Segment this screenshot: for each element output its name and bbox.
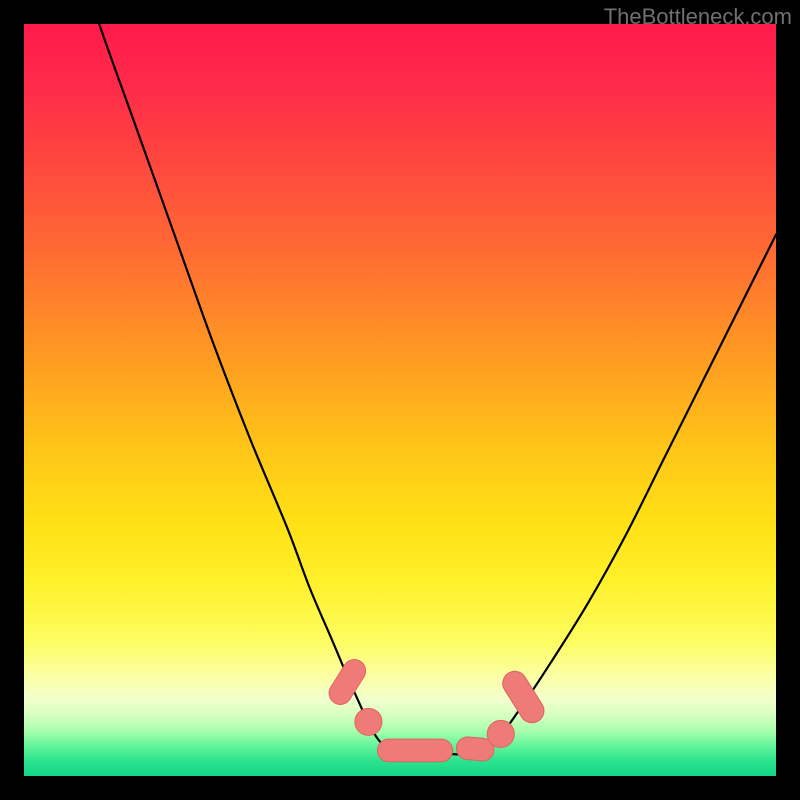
curve-marker [377, 739, 452, 762]
bottleneck-curve [24, 24, 776, 755]
curve-markers [325, 655, 549, 762]
plot-area [24, 24, 776, 776]
curve-marker [487, 720, 514, 747]
curve-marker [355, 708, 382, 735]
watermark-text: TheBottleneck.com [604, 4, 792, 30]
curve-marker [325, 655, 370, 708]
chart-stage: TheBottleneck.com [0, 0, 800, 800]
curve-layer [24, 24, 776, 776]
